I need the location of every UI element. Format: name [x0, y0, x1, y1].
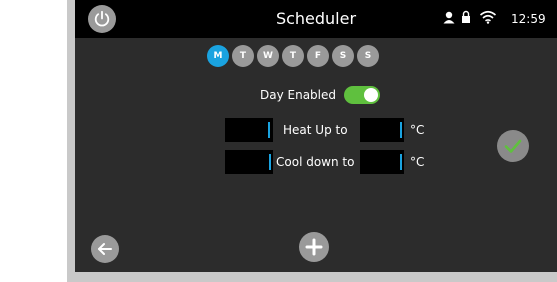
plus-icon — [305, 238, 323, 256]
check-icon — [504, 139, 522, 153]
lock-icon — [461, 10, 471, 24]
day-enabled-label: Day Enabled — [260, 88, 337, 102]
cool-unit-label: °C — [410, 155, 425, 169]
text-cursor — [269, 154, 271, 170]
top-bar: Scheduler 12:59 — [75, 0, 557, 38]
day-wednesday[interactable]: W — [257, 45, 279, 67]
day-enabled-toggle[interactable] — [344, 86, 381, 104]
user-icon — [442, 10, 456, 24]
day-monday[interactable]: M — [207, 45, 229, 67]
heat-unit-label: °C — [410, 123, 425, 137]
toggle-knob — [364, 88, 379, 102]
text-cursor — [400, 122, 402, 138]
thermostat-screen: Scheduler 12:59 M T W T F S S Day Enable… — [75, 0, 557, 272]
cool-target-field-cursor-holder — [360, 150, 404, 174]
day-selector: M T W T F S S — [207, 45, 379, 67]
heat-up-label: Heat Up to — [283, 123, 348, 137]
wifi-icon — [479, 10, 497, 24]
add-button[interactable] — [299, 232, 329, 262]
day-sunday[interactable]: S — [357, 45, 379, 67]
heat-target-field-cursor-holder — [360, 118, 404, 142]
day-tuesday[interactable]: T — [232, 45, 254, 67]
cool-down-label: Cool down to — [276, 155, 355, 169]
day-enabled-row: Day Enabled — [260, 86, 381, 104]
text-cursor — [268, 122, 270, 138]
arrow-left-icon — [98, 243, 112, 255]
confirm-button[interactable] — [497, 130, 529, 162]
clock: 12:59 — [511, 12, 546, 26]
day-friday[interactable]: F — [307, 45, 329, 67]
cool-start-field-cursor-holder — [225, 150, 273, 174]
day-thursday[interactable]: T — [282, 45, 304, 67]
heat-start-field-cursor-holder — [225, 118, 273, 142]
text-cursor — [400, 154, 402, 170]
back-button[interactable] — [91, 235, 119, 263]
day-saturday[interactable]: S — [332, 45, 354, 67]
